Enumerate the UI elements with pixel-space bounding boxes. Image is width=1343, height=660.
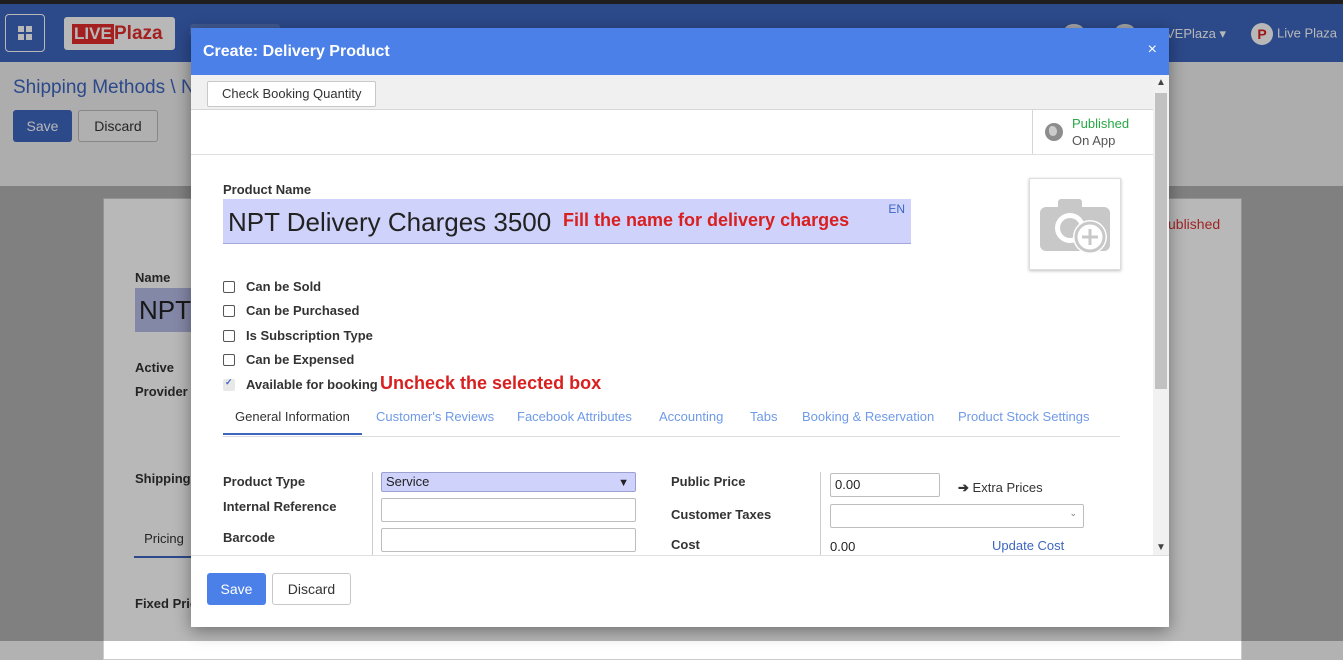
button-box: Published On App bbox=[191, 110, 1153, 155]
tab-accounting[interactable]: Accounting bbox=[659, 409, 723, 424]
published-toggle-button[interactable]: Published On App bbox=[1032, 110, 1153, 154]
product-type-select[interactable]: Service ▼ bbox=[381, 472, 636, 492]
save-button[interactable]: Save bbox=[207, 573, 266, 605]
barcode-input[interactable] bbox=[381, 528, 636, 552]
modal-footer: Save Discard bbox=[191, 555, 1169, 628]
chevron-down-icon: ⌄ bbox=[1069, 508, 1077, 518]
can-be-purchased-label: Can be Purchased bbox=[246, 303, 360, 318]
product-name-value: NPT Delivery Charges 3500 bbox=[228, 207, 552, 237]
chevron-down-icon: ▼ bbox=[618, 477, 629, 489]
scroll-up-icon[interactable]: ▲ bbox=[1156, 77, 1166, 88]
language-button[interactable]: EN bbox=[888, 202, 905, 216]
globe-icon bbox=[1045, 123, 1063, 141]
modal-scrollbar[interactable]: ▲ ▼ bbox=[1153, 75, 1169, 555]
barcode-label: Barcode bbox=[223, 530, 276, 545]
create-delivery-product-dialog: Create: Delivery Product × Check Booking… bbox=[191, 28, 1169, 627]
form-header-bar: Check Booking Quantity bbox=[191, 75, 1153, 110]
camera-add-icon bbox=[1040, 199, 1110, 254]
public-price-label: Public Price bbox=[671, 474, 746, 489]
field-separator bbox=[372, 472, 373, 555]
notebook-tabs: General Information Customer's Reviews F… bbox=[223, 402, 1120, 437]
available-for-booking-checkbox[interactable] bbox=[223, 377, 235, 391]
published-on-app: On App bbox=[1072, 133, 1116, 148]
check-booking-quantity-button[interactable]: Check Booking Quantity bbox=[207, 81, 377, 107]
can-be-sold-checkbox[interactable] bbox=[223, 281, 235, 293]
tab-facebook-attributes[interactable]: Facebook Attributes bbox=[517, 409, 632, 424]
tab-booking-reservation[interactable]: Booking & Reservation bbox=[802, 409, 934, 424]
tab-general-information[interactable]: General Information bbox=[223, 409, 362, 435]
update-cost-button[interactable]: Update Cost bbox=[992, 538, 1064, 553]
tab-tabs[interactable]: Tabs bbox=[750, 409, 777, 424]
annotation-fill-name: Fill the name for delivery charges bbox=[563, 210, 850, 230]
scroll-down-icon[interactable]: ▼ bbox=[1156, 542, 1166, 553]
cost-label: Cost bbox=[671, 537, 700, 552]
product-image-upload[interactable] bbox=[1029, 178, 1121, 270]
product-type-label: Product Type bbox=[223, 474, 306, 489]
published-status: Published bbox=[1072, 116, 1130, 131]
extra-prices-link[interactable]: ➔ Extra Prices bbox=[958, 480, 1043, 496]
cost-value: 0.00 bbox=[830, 539, 856, 554]
can-be-expensed-checkbox[interactable] bbox=[223, 354, 235, 366]
modal-title: Create: Delivery Product bbox=[203, 43, 390, 60]
tab-product-stock-settings[interactable]: Product Stock Settings bbox=[958, 409, 1090, 424]
internal-reference-label: Internal Reference bbox=[223, 499, 337, 514]
close-icon[interactable]: × bbox=[1148, 41, 1157, 59]
tab-customers-reviews[interactable]: Customer's Reviews bbox=[376, 409, 494, 424]
internal-reference-input[interactable] bbox=[381, 498, 636, 522]
can-be-sold-label: Can be Sold bbox=[246, 279, 322, 294]
field-separator-right bbox=[820, 472, 821, 555]
extra-prices-label: Extra Prices bbox=[972, 480, 1043, 495]
can-be-purchased-checkbox[interactable] bbox=[223, 305, 235, 317]
modal-header: Create: Delivery Product × bbox=[191, 28, 1169, 75]
product-type-value: Service bbox=[386, 474, 430, 489]
customer-taxes-label: Customer Taxes bbox=[671, 507, 772, 522]
is-subscription-label: Is Subscription Type bbox=[246, 328, 373, 343]
product-name-label: Product Name bbox=[223, 182, 312, 197]
arrow-right-icon: ➔ bbox=[958, 480, 969, 495]
customer-taxes-input[interactable]: ⌄ bbox=[830, 504, 1084, 528]
modal-body: Check Booking Quantity Published On App … bbox=[191, 75, 1153, 555]
discard-button[interactable]: Discard bbox=[272, 573, 351, 605]
available-for-booking-label: Available for booking bbox=[246, 377, 378, 392]
annotation-uncheck-box: Uncheck the selected box bbox=[380, 373, 602, 393]
public-price-input[interactable]: 0.00 bbox=[830, 473, 940, 497]
can-be-expensed-label: Can be Expensed bbox=[246, 352, 355, 367]
is-subscription-checkbox[interactable] bbox=[223, 330, 235, 342]
scrollbar-thumb[interactable] bbox=[1155, 93, 1167, 389]
